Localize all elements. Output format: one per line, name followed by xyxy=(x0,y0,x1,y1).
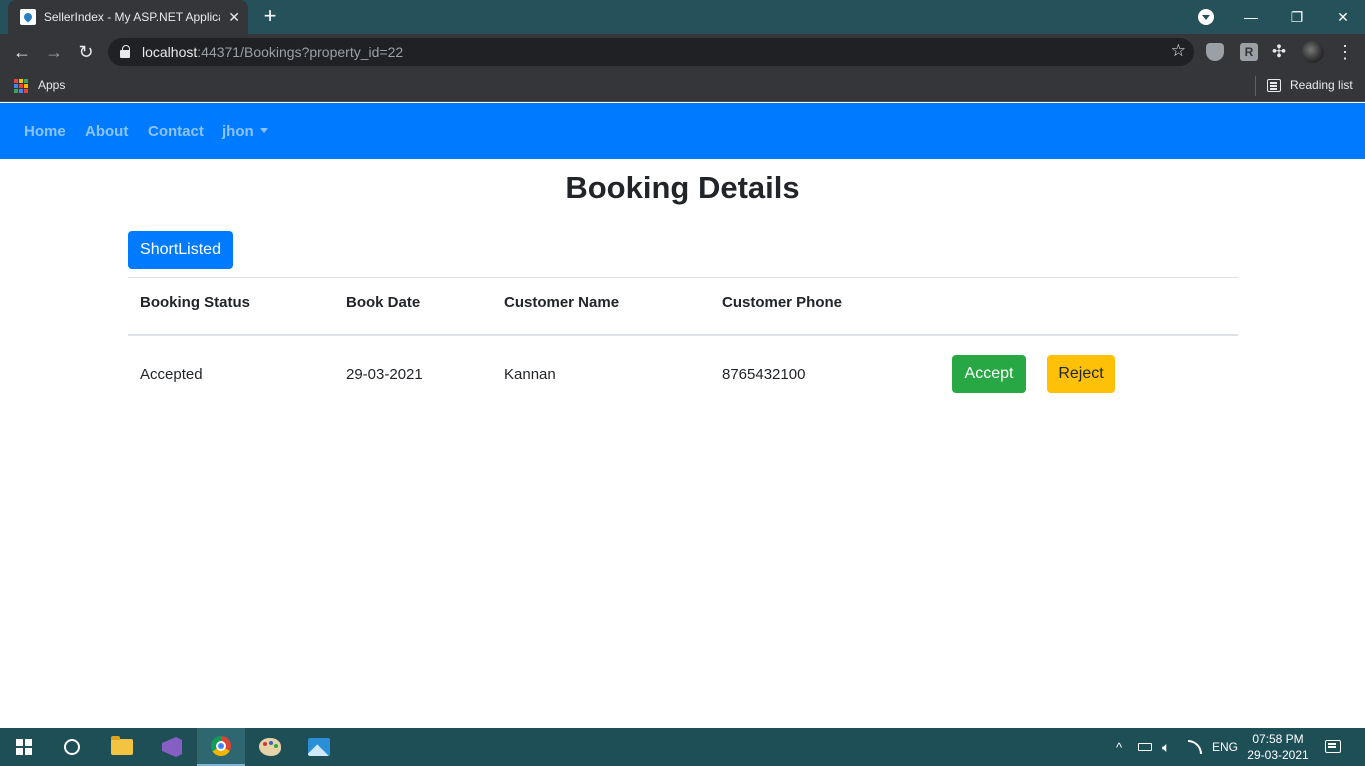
site-favicon-icon xyxy=(20,9,36,25)
new-tab-button[interactable]: + xyxy=(258,4,282,28)
close-window-button[interactable]: ✕ xyxy=(1320,0,1365,34)
url-host: localhost xyxy=(142,44,198,60)
paint-palette-icon xyxy=(259,738,281,756)
shortlisted-button[interactable]: ShortListed xyxy=(128,231,233,269)
header-booking-status: Booking Status xyxy=(140,294,251,311)
address-bar[interactable]: localhost:44371/Bookings?property_id=22 … xyxy=(108,38,1194,66)
cell-customer-phone: 8765432100 xyxy=(722,366,806,383)
network-icon[interactable] xyxy=(1188,728,1202,766)
reload-icon[interactable]: ↻ xyxy=(74,40,98,64)
apps-grid-icon[interactable] xyxy=(14,79,28,93)
reject-button[interactable]: Reject xyxy=(1047,355,1115,393)
accept-button[interactable]: Accept xyxy=(952,355,1026,393)
notification-center-icon[interactable] xyxy=(1325,740,1341,753)
r-extension-icon[interactable]: R xyxy=(1240,43,1258,61)
bookmark-star-icon[interactable]: ☆ xyxy=(1171,41,1186,61)
forward-icon[interactable]: → xyxy=(42,40,66,64)
reading-list-button[interactable]: Reading list xyxy=(1290,78,1353,92)
minimize-button[interactable]: — xyxy=(1228,0,1274,34)
reading-list-icon[interactable] xyxy=(1267,79,1281,92)
chrome-taskbar-button[interactable] xyxy=(197,728,245,766)
bookmarks-divider xyxy=(1255,76,1256,96)
cell-book-date: 29-03-2021 xyxy=(346,366,423,383)
volume-icon[interactable]: 🔈︎ xyxy=(1162,728,1170,766)
header-customer-phone: Customer Phone xyxy=(722,294,843,311)
browser-toolbar: ← → ↻ localhost:44371/Bookings?property_… xyxy=(0,34,1365,70)
nav-home-link[interactable]: Home xyxy=(24,123,66,140)
lock-icon[interactable] xyxy=(120,45,130,58)
cell-booking-status: Accepted xyxy=(140,366,203,383)
tab-title: SellerIndex - My ASP.NET Applica xyxy=(43,10,221,24)
visual-studio-button[interactable] xyxy=(148,728,196,766)
table-header-border xyxy=(128,334,1238,336)
user-name: jhon xyxy=(222,123,254,140)
apps-bookmark[interactable]: Apps xyxy=(38,78,65,92)
paint-button[interactable] xyxy=(246,728,294,766)
browser-tab-strip: SellerIndex - My ASP.NET Applica ✕ + — ❐… xyxy=(0,0,1365,34)
windows-taskbar: ^ 🔈︎ ENG 07:58 PM 29-03-2021 xyxy=(0,728,1365,766)
windows-logo-icon xyxy=(16,739,32,755)
close-tab-icon[interactable]: ✕ xyxy=(228,9,240,26)
back-icon[interactable]: ← xyxy=(10,40,34,64)
shield-extension-icon[interactable] xyxy=(1206,43,1224,61)
bookmarks-bar: Apps Reading list xyxy=(0,70,1365,102)
folder-icon xyxy=(111,736,133,755)
page-title: Booking Details xyxy=(565,170,800,205)
profile-avatar[interactable] xyxy=(1302,41,1324,63)
photos-icon xyxy=(308,738,330,756)
tab-search-icon[interactable] xyxy=(1198,9,1214,25)
user-dropdown[interactable]: jhon xyxy=(222,123,268,140)
clock-date: 29-03-2021 xyxy=(1247,748,1309,762)
header-book-date: Book Date xyxy=(346,294,421,311)
restore-button[interactable]: ❐ xyxy=(1274,0,1320,34)
nav-contact-link[interactable]: Contact xyxy=(148,123,204,140)
browser-menu-icon[interactable]: ⋮ xyxy=(1336,40,1354,64)
header-customer-name: Customer Name xyxy=(504,294,620,311)
clock-time: 07:58 PM xyxy=(1252,732,1304,746)
photos-button[interactable] xyxy=(295,728,343,766)
file-explorer-button[interactable] xyxy=(98,728,146,766)
battery-icon[interactable] xyxy=(1138,728,1152,766)
visual-studio-icon xyxy=(162,737,182,757)
start-button[interactable] xyxy=(0,728,48,766)
browser-tab[interactable]: SellerIndex - My ASP.NET Applica ✕ xyxy=(8,0,248,34)
taskbar-clock[interactable]: 07:58 PM 29-03-2021 xyxy=(1246,731,1310,763)
language-indicator[interactable]: ENG xyxy=(1212,728,1238,766)
extensions-puzzle-icon[interactable]: ✣ xyxy=(1270,43,1288,61)
table-top-border xyxy=(128,277,1238,278)
url-path: :44371/Bookings?property_id=22 xyxy=(197,44,404,60)
show-hidden-icons-chevron-icon[interactable]: ^ xyxy=(1116,728,1122,766)
nav-about-link[interactable]: About xyxy=(85,123,128,140)
chevron-down-icon xyxy=(259,128,268,133)
cell-customer-name: Kannan xyxy=(504,366,556,383)
cortana-button[interactable] xyxy=(48,728,96,766)
site-navbar: Home About Contact jhon xyxy=(0,103,1365,159)
chrome-icon xyxy=(211,736,231,756)
cortana-circle-icon xyxy=(64,739,80,755)
